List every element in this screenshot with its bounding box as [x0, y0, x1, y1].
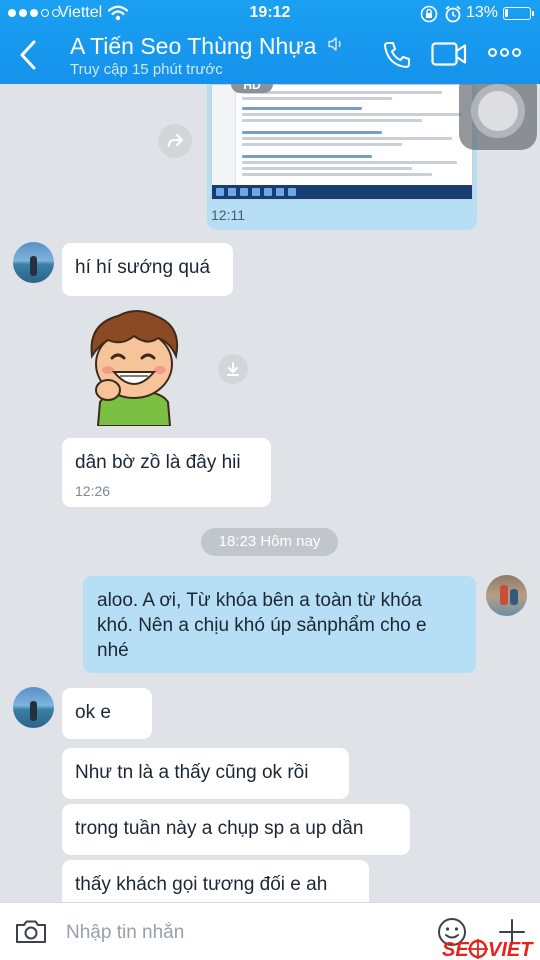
- assistive-touch-button[interactable]: [459, 84, 537, 150]
- voice-call-button[interactable]: [382, 40, 412, 75]
- last-seen-status: Truy cập 15 phút trước: [70, 61, 223, 78]
- contact-name-text: A Tiến Seo Thùng Nhựa: [70, 33, 317, 59]
- battery-percentage: 13%: [466, 4, 499, 21]
- message-text: aloo. A ơi, Từ khóa bên a toàn từ khóa k…: [97, 590, 427, 661]
- mute-icon: [327, 31, 345, 58]
- message-input[interactable]: [66, 917, 416, 949]
- download-button[interactable]: [218, 354, 248, 384]
- more-options-button[interactable]: [488, 48, 521, 57]
- status-bar: Viettel 19:12 13%: [0, 0, 540, 28]
- chat-header: Viettel 19:12 13% A Tiến Seo Thùng Nhựa …: [0, 0, 540, 84]
- battery-level: [505, 9, 508, 17]
- message-bubble-incoming[interactable]: trong tuần này a chụp sp a up dần: [62, 804, 410, 855]
- more-icon: [488, 48, 497, 57]
- message-bubble-outgoing[interactable]: aloo. A ơi, Từ khóa bên a toàn từ khóa k…: [83, 576, 476, 673]
- message-text: hí hí sướng quá: [75, 257, 211, 278]
- video-call-button[interactable]: [431, 42, 467, 71]
- video-icon: [431, 42, 467, 66]
- message-text: trong tuần này a chụp sp a up dần: [75, 818, 364, 839]
- contact-avatar[interactable]: [13, 242, 54, 283]
- shared-screenshot-image[interactable]: [211, 84, 473, 200]
- forward-button[interactable]: [158, 124, 192, 158]
- alarm-icon: [444, 5, 462, 28]
- back-button[interactable]: [16, 38, 48, 72]
- orientation-lock-icon: [420, 5, 438, 28]
- laughing-boy-sticker[interactable]: [78, 306, 190, 427]
- message-bubble-incoming[interactable]: thấy khách gọi tương đối e ah: [62, 860, 369, 902]
- message-bubble-incoming[interactable]: Như tn là a thấy cũng ok rồi: [62, 748, 349, 799]
- phone-icon: [384, 42, 410, 68]
- svg-text:SE: SE: [442, 939, 469, 960]
- contact-name[interactable]: A Tiến Seo Thùng Nhựa: [70, 31, 345, 60]
- contact-avatar[interactable]: [13, 687, 54, 728]
- share-forward-icon: [168, 134, 183, 147]
- message-text: Như tn là a thấy cũng ok rồi: [75, 762, 309, 783]
- message-composer: SE VIET: [0, 902, 540, 960]
- seoviet-watermark-logo: SE VIET: [442, 936, 537, 960]
- image-message[interactable]: HD 12:11: [207, 84, 477, 230]
- message-list[interactable]: HD 12:11 hí hí sướng quá dân bờ zồ là đâ…: [0, 84, 540, 902]
- message-time: 12:26: [75, 483, 111, 499]
- my-avatar[interactable]: [486, 575, 527, 616]
- hd-badge: HD: [231, 84, 273, 93]
- svg-text:VIET: VIET: [488, 939, 534, 960]
- camera-button[interactable]: [14, 919, 48, 950]
- message-bubble-incoming[interactable]: ok e: [62, 688, 152, 739]
- message-bubble-incoming[interactable]: dân bờ zồ là đây hii 12:26: [62, 438, 271, 507]
- message-bubble-incoming[interactable]: hí hí sướng quá: [62, 243, 233, 296]
- camera-icon: [16, 920, 46, 943]
- message-text: ok e: [75, 702, 111, 723]
- date-separator: 18:23 Hôm nay: [201, 528, 338, 556]
- message-time: 12:11: [211, 207, 245, 223]
- download-icon: [227, 362, 239, 376]
- message-text: dân bờ zồ là đây hii: [75, 452, 241, 473]
- battery-icon: [503, 7, 534, 20]
- message-text: thấy khách gọi tương đối e ah: [75, 874, 328, 895]
